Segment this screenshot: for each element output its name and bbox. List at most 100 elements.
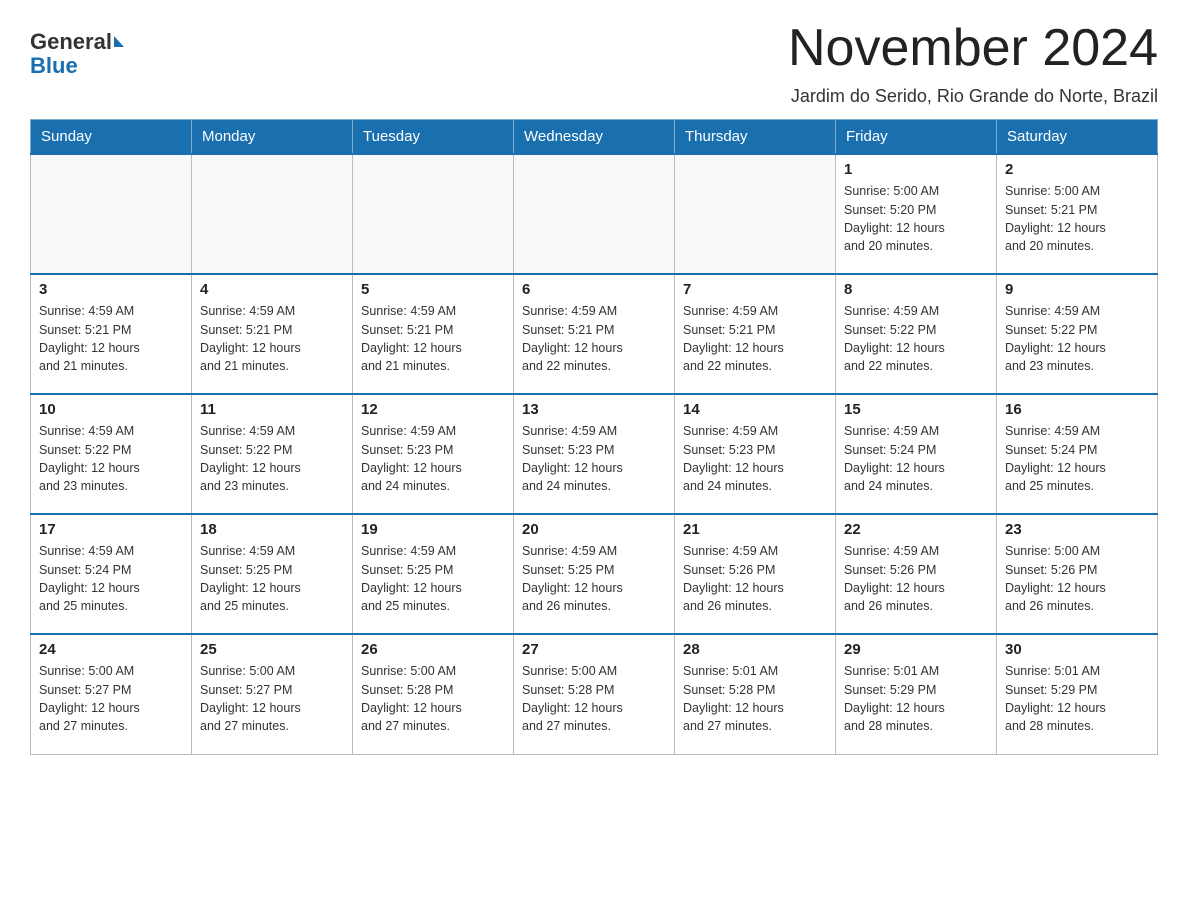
day-info: Sunrise: 4:59 AM Sunset: 5:23 PM Dayligh… [522,422,666,495]
calendar-cell: 1 Sunrise: 5:00 AM Sunset: 5:20 PM Daylig… [836,154,997,274]
calendar-cell: 11 Sunrise: 4:59 AM Sunset: 5:22 PM Dayli… [192,394,353,514]
calendar-cell: 14 Sunrise: 4:59 AM Sunset: 5:23 PM Dayli… [675,394,836,514]
calendar-cell: 8 Sunrise: 4:59 AM Sunset: 5:22 PM Daylig… [836,274,997,394]
day-number: 18 [200,521,344,538]
day-number: 8 [844,281,988,298]
day-number: 29 [844,641,988,658]
calendar-week-row: 10 Sunrise: 4:59 AM Sunset: 5:22 PM Dayli… [31,394,1158,514]
calendar-header-sunday: Sunday [31,120,192,155]
calendar-header-wednesday: Wednesday [514,120,675,155]
day-info: Sunrise: 5:00 AM Sunset: 5:20 PM Dayligh… [844,182,988,255]
day-info: Sunrise: 4:59 AM Sunset: 5:22 PM Dayligh… [844,302,988,375]
calendar-cell: 25 Sunrise: 5:00 AM Sunset: 5:27 PM Dayli… [192,634,353,754]
calendar-header-monday: Monday [192,120,353,155]
calendar-cell: 27 Sunrise: 5:00 AM Sunset: 5:28 PM Dayli… [514,634,675,754]
day-info: Sunrise: 5:00 AM Sunset: 5:28 PM Dayligh… [522,662,666,735]
calendar-cell: 22Sunrise: 4:59 AM Sunset: 5:26 PM Dayli… [836,514,997,634]
day-number: 1 [844,161,988,178]
day-info: Sunrise: 5:01 AM Sunset: 5:29 PM Dayligh… [844,662,988,735]
day-number: 13 [522,401,666,418]
day-number: 7 [683,281,827,298]
day-info: Sunrise: 5:00 AM Sunset: 5:28 PM Dayligh… [361,662,505,735]
page-header: General Blue November 2024 [30,20,1158,78]
day-info: Sunrise: 4:59 AM Sunset: 5:22 PM Dayligh… [39,422,183,495]
logo-general-text: General [30,30,112,54]
day-number: 22 [844,521,988,538]
day-info: Sunrise: 5:01 AM Sunset: 5:29 PM Dayligh… [1005,662,1149,735]
day-number: 27 [522,641,666,658]
day-number: 19 [361,521,505,538]
day-info: Sunrise: 4:59 AM Sunset: 5:23 PM Dayligh… [683,422,827,495]
calendar-header-row: SundayMondayTuesdayWednesdayThursdayFrid… [31,120,1158,155]
day-info: Sunrise: 4:59 AM Sunset: 5:25 PM Dayligh… [522,542,666,615]
day-number: 6 [522,281,666,298]
logo-blue-text: Blue [30,54,124,78]
calendar-cell: 19 Sunrise: 4:59 AM Sunset: 5:25 PM Dayli… [353,514,514,634]
day-info: Sunrise: 4:59 AM Sunset: 5:24 PM Dayligh… [844,422,988,495]
calendar-week-row: 17 Sunrise: 4:59 AM Sunset: 5:24 PM Dayli… [31,514,1158,634]
calendar-cell: 9Sunrise: 4:59 AM Sunset: 5:22 PM Daylig… [997,274,1158,394]
day-number: 15 [844,401,988,418]
logo: General Blue [30,30,124,78]
calendar-week-row: 3Sunrise: 4:59 AM Sunset: 5:21 PM Daylig… [31,274,1158,394]
calendar-cell: 15 Sunrise: 4:59 AM Sunset: 5:24 PM Dayli… [836,394,997,514]
day-number: 28 [683,641,827,658]
day-info: Sunrise: 4:59 AM Sunset: 5:21 PM Dayligh… [200,302,344,375]
day-info: Sunrise: 5:00 AM Sunset: 5:27 PM Dayligh… [39,662,183,735]
calendar-week-row: 24 Sunrise: 5:00 AM Sunset: 5:27 PM Dayli… [31,634,1158,754]
day-info: Sunrise: 4:59 AM Sunset: 5:21 PM Dayligh… [361,302,505,375]
day-info: Sunrise: 4:59 AM Sunset: 5:26 PM Dayligh… [683,542,827,615]
day-info: Sunrise: 4:59 AM Sunset: 5:24 PM Dayligh… [39,542,183,615]
calendar-cell: 12 Sunrise: 4:59 AM Sunset: 5:23 PM Dayli… [353,394,514,514]
calendar-cell: 20Sunrise: 4:59 AM Sunset: 5:25 PM Dayli… [514,514,675,634]
day-info: Sunrise: 4:59 AM Sunset: 5:21 PM Dayligh… [522,302,666,375]
day-info: Sunrise: 4:59 AM Sunset: 5:25 PM Dayligh… [361,542,505,615]
calendar-cell: 28Sunrise: 5:01 AM Sunset: 5:28 PM Dayli… [675,634,836,754]
calendar-cell: 10 Sunrise: 4:59 AM Sunset: 5:22 PM Dayli… [31,394,192,514]
calendar-cell: 18 Sunrise: 4:59 AM Sunset: 5:25 PM Dayli… [192,514,353,634]
calendar-cell: 24 Sunrise: 5:00 AM Sunset: 5:27 PM Dayli… [31,634,192,754]
day-info: Sunrise: 4:59 AM Sunset: 5:25 PM Dayligh… [200,542,344,615]
calendar-cell: 2 Sunrise: 5:00 AM Sunset: 5:21 PM Daylig… [997,154,1158,274]
day-info: Sunrise: 5:00 AM Sunset: 5:21 PM Dayligh… [1005,182,1149,255]
location-subtitle: Jardim do Serido, Rio Grande do Norte, B… [30,86,1158,107]
calendar-cell: 30 Sunrise: 5:01 AM Sunset: 5:29 PM Dayli… [997,634,1158,754]
calendar-cell: 16Sunrise: 4:59 AM Sunset: 5:24 PM Dayli… [997,394,1158,514]
day-info: Sunrise: 5:00 AM Sunset: 5:26 PM Dayligh… [1005,542,1149,615]
day-number: 30 [1005,641,1149,658]
calendar-cell: 6 Sunrise: 4:59 AM Sunset: 5:21 PM Daylig… [514,274,675,394]
day-info: Sunrise: 4:59 AM Sunset: 5:24 PM Dayligh… [1005,422,1149,495]
day-number: 5 [361,281,505,298]
calendar-cell [353,154,514,274]
calendar-cell: 4 Sunrise: 4:59 AM Sunset: 5:21 PM Daylig… [192,274,353,394]
calendar-cell: 7Sunrise: 4:59 AM Sunset: 5:21 PM Daylig… [675,274,836,394]
day-number: 14 [683,401,827,418]
day-number: 12 [361,401,505,418]
day-number: 11 [200,401,344,418]
day-info: Sunrise: 4:59 AM Sunset: 5:22 PM Dayligh… [200,422,344,495]
day-number: 24 [39,641,183,658]
logo-arrow-icon [114,36,124,47]
calendar-cell: 5 Sunrise: 4:59 AM Sunset: 5:21 PM Daylig… [353,274,514,394]
day-number: 10 [39,401,183,418]
calendar-cell [514,154,675,274]
calendar-cell [675,154,836,274]
calendar-header-friday: Friday [836,120,997,155]
calendar-header-thursday: Thursday [675,120,836,155]
calendar-cell: 26Sunrise: 5:00 AM Sunset: 5:28 PM Dayli… [353,634,514,754]
day-number: 9 [1005,281,1149,298]
title-block: November 2024 [788,20,1158,77]
calendar-cell: 23 Sunrise: 5:00 AM Sunset: 5:26 PM Dayli… [997,514,1158,634]
day-number: 21 [683,521,827,538]
calendar-cell: 21 Sunrise: 4:59 AM Sunset: 5:26 PM Dayli… [675,514,836,634]
calendar-cell: 13 Sunrise: 4:59 AM Sunset: 5:23 PM Dayli… [514,394,675,514]
calendar-cell [31,154,192,274]
day-info: Sunrise: 5:00 AM Sunset: 5:27 PM Dayligh… [200,662,344,735]
day-number: 2 [1005,161,1149,178]
day-number: 17 [39,521,183,538]
day-info: Sunrise: 4:59 AM Sunset: 5:23 PM Dayligh… [361,422,505,495]
day-number: 25 [200,641,344,658]
day-number: 23 [1005,521,1149,538]
day-number: 4 [200,281,344,298]
calendar-cell [192,154,353,274]
